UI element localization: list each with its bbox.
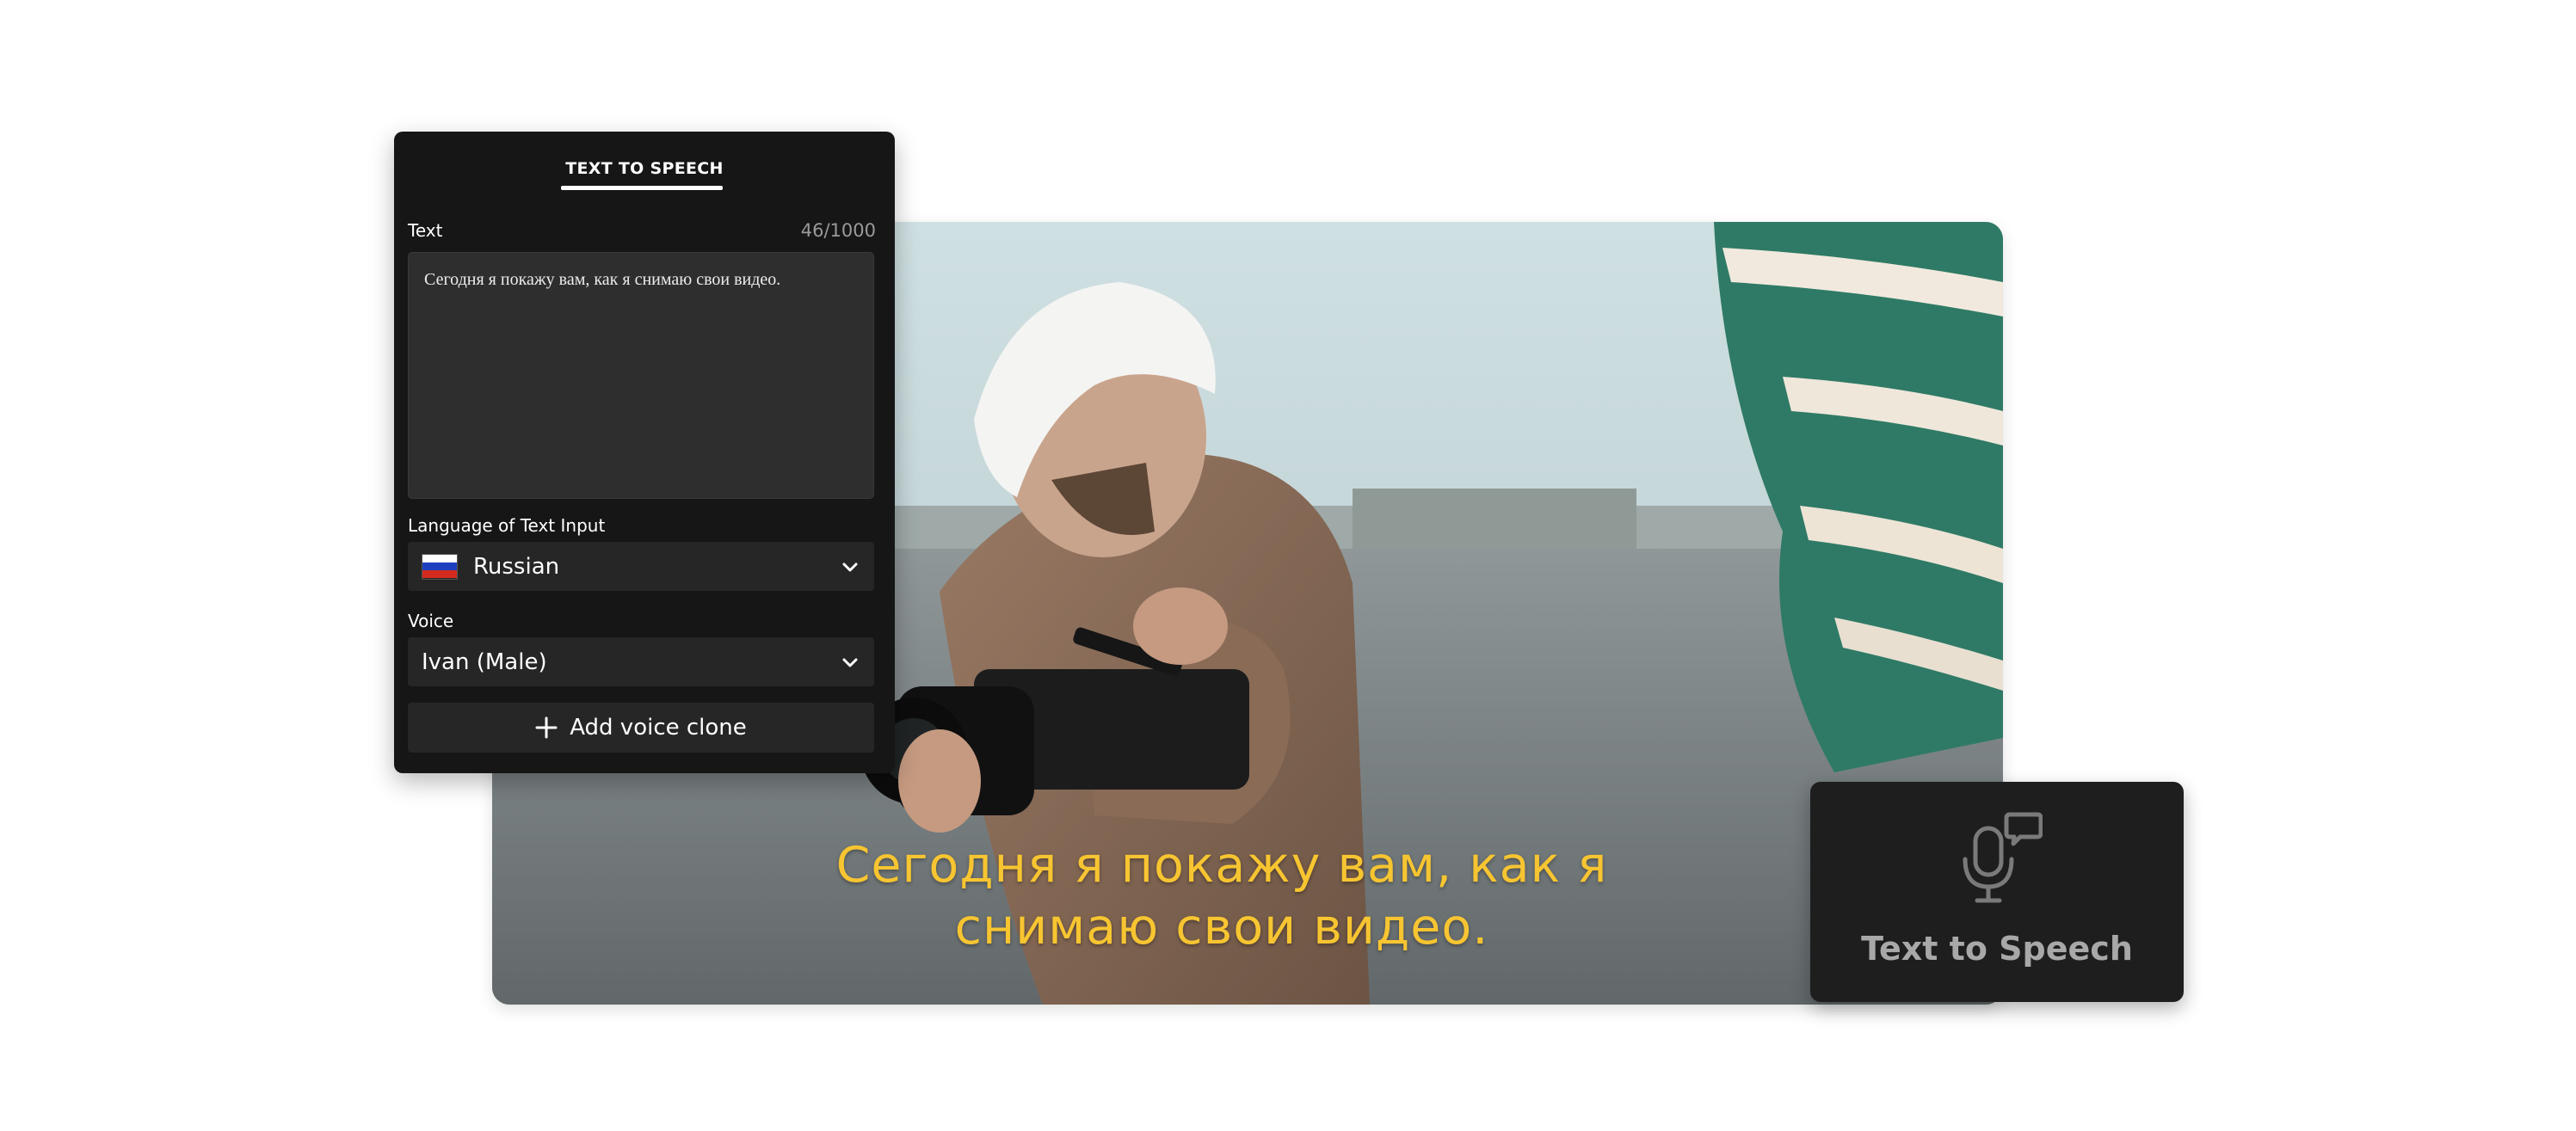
voice-label: Voice — [408, 611, 454, 631]
voice-value: Ivan (Male) — [422, 648, 547, 675]
subtitle-line-2: снимаю свои видео. — [954, 899, 1489, 956]
text-to-speech-feature-card: Text to Speech — [1810, 782, 2184, 1002]
add-voice-clone-button[interactable]: Add voice clone — [408, 703, 874, 753]
feature-card-title: Text to Speech — [1861, 930, 2133, 968]
chevron-down-icon — [842, 658, 858, 667]
add-voice-clone-label: Add voice clone — [570, 715, 747, 741]
text-label: Text — [408, 220, 443, 241]
text-to-speech-panel: TEXT TO SPEECH Text 46/1000 Сегодня я по… — [394, 132, 895, 773]
subtitle-line-1: Сегодня я покажу вам, как я — [835, 837, 1608, 894]
character-count: 46/1000 — [800, 220, 876, 241]
active-tab-indicator — [561, 186, 723, 190]
plus-icon — [535, 716, 558, 739]
language-value: Russian — [473, 553, 560, 580]
language-label: Language of Text Input — [408, 515, 606, 536]
microphone-speech-icon — [1963, 812, 2043, 903]
voice-select[interactable]: Ivan (Male) — [408, 637, 874, 686]
video-subtitle: Сегодня я покажу вам, как я снимаю свои … — [492, 834, 2003, 958]
language-select[interactable]: Russian — [408, 542, 874, 591]
chevron-down-icon — [842, 562, 858, 572]
russia-flag-icon — [422, 553, 458, 580]
tab-text-to-speech[interactable]: TEXT TO SPEECH — [394, 159, 895, 178]
text-input-area[interactable]: Сегодня я покажу вам, как я снимаю свои … — [408, 252, 874, 499]
